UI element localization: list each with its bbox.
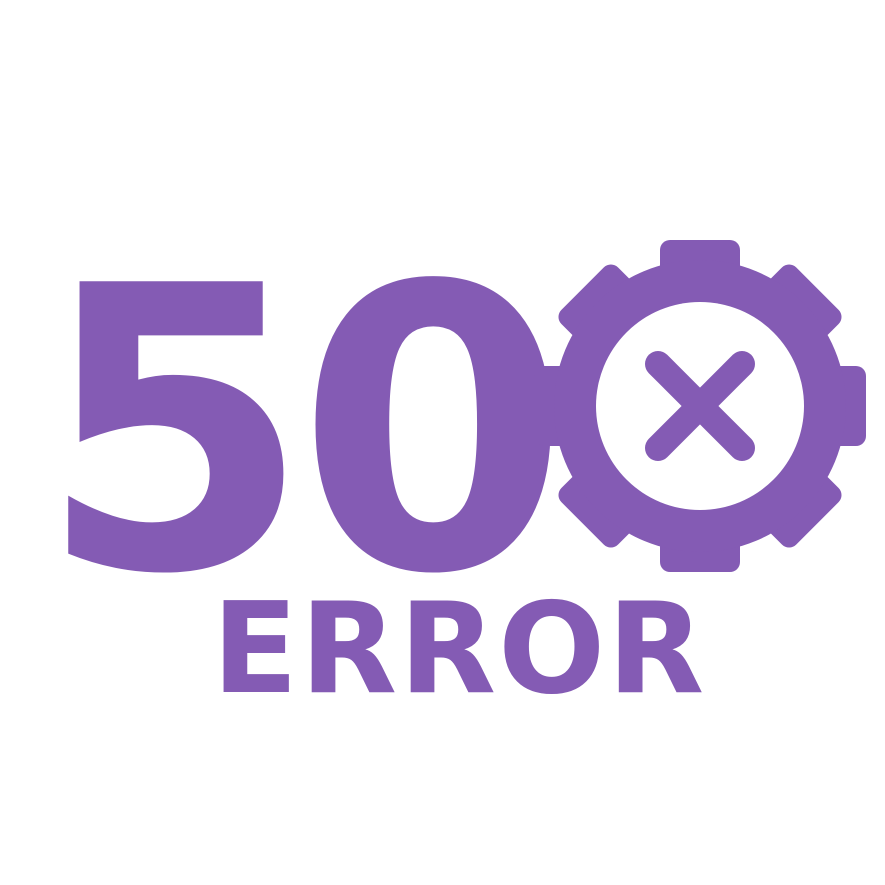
gear-with-x-icon bbox=[534, 240, 866, 572]
error-word-text: ERROR bbox=[212, 575, 707, 722]
error-500-graphic: 50 ERROR bbox=[0, 0, 885, 885]
